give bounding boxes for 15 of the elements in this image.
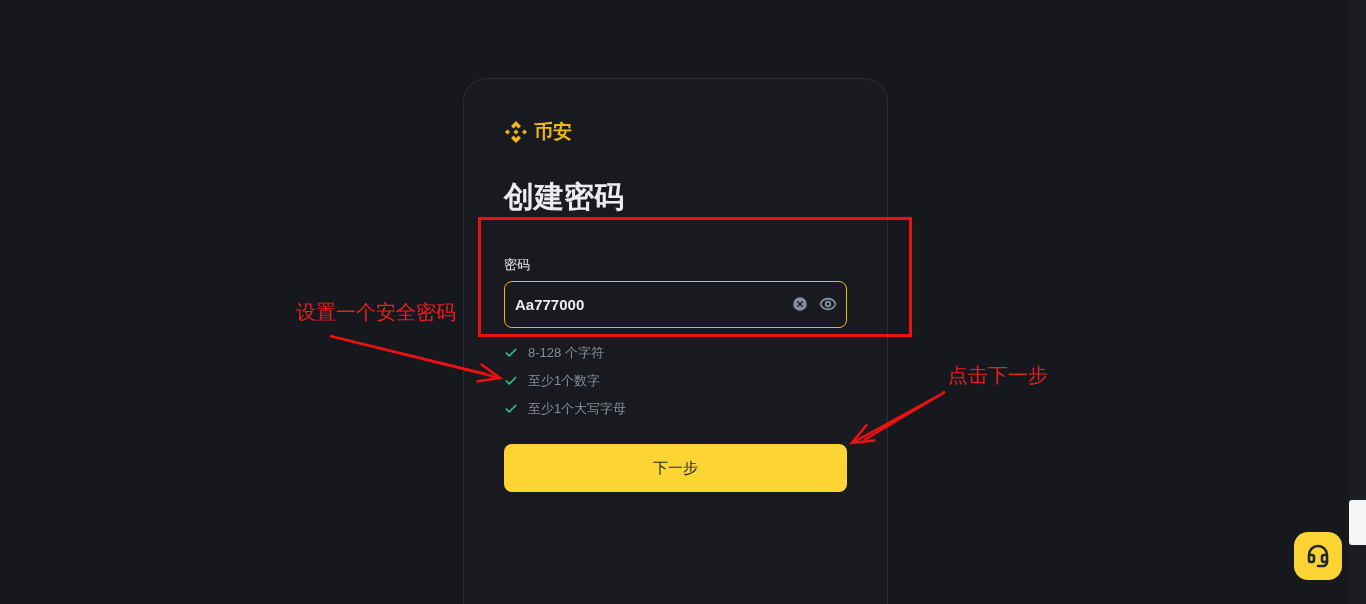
headset-icon — [1306, 544, 1330, 568]
support-button[interactable] — [1294, 532, 1342, 580]
field-label: 密码 — [504, 257, 530, 273]
requirement-text: 至少1个数字 — [528, 372, 601, 390]
brand-name: 币安 — [534, 120, 572, 144]
clear-icon[interactable] — [791, 295, 809, 313]
diamond-logo-icon — [504, 120, 528, 144]
next-button[interactable]: 下一步 — [504, 444, 847, 492]
annotation-text: 点击下一步 — [948, 363, 1048, 388]
requirement-text: 8-128 个字符 — [528, 344, 604, 362]
password-field[interactable]: Aa777000 — [504, 281, 847, 328]
requirement-text: 至少1个大写字母 — [528, 400, 627, 418]
eye-icon[interactable] — [819, 295, 837, 313]
page-title: 创建密码 — [504, 179, 625, 215]
annotation-text: 设置一个安全密码 — [296, 300, 456, 325]
